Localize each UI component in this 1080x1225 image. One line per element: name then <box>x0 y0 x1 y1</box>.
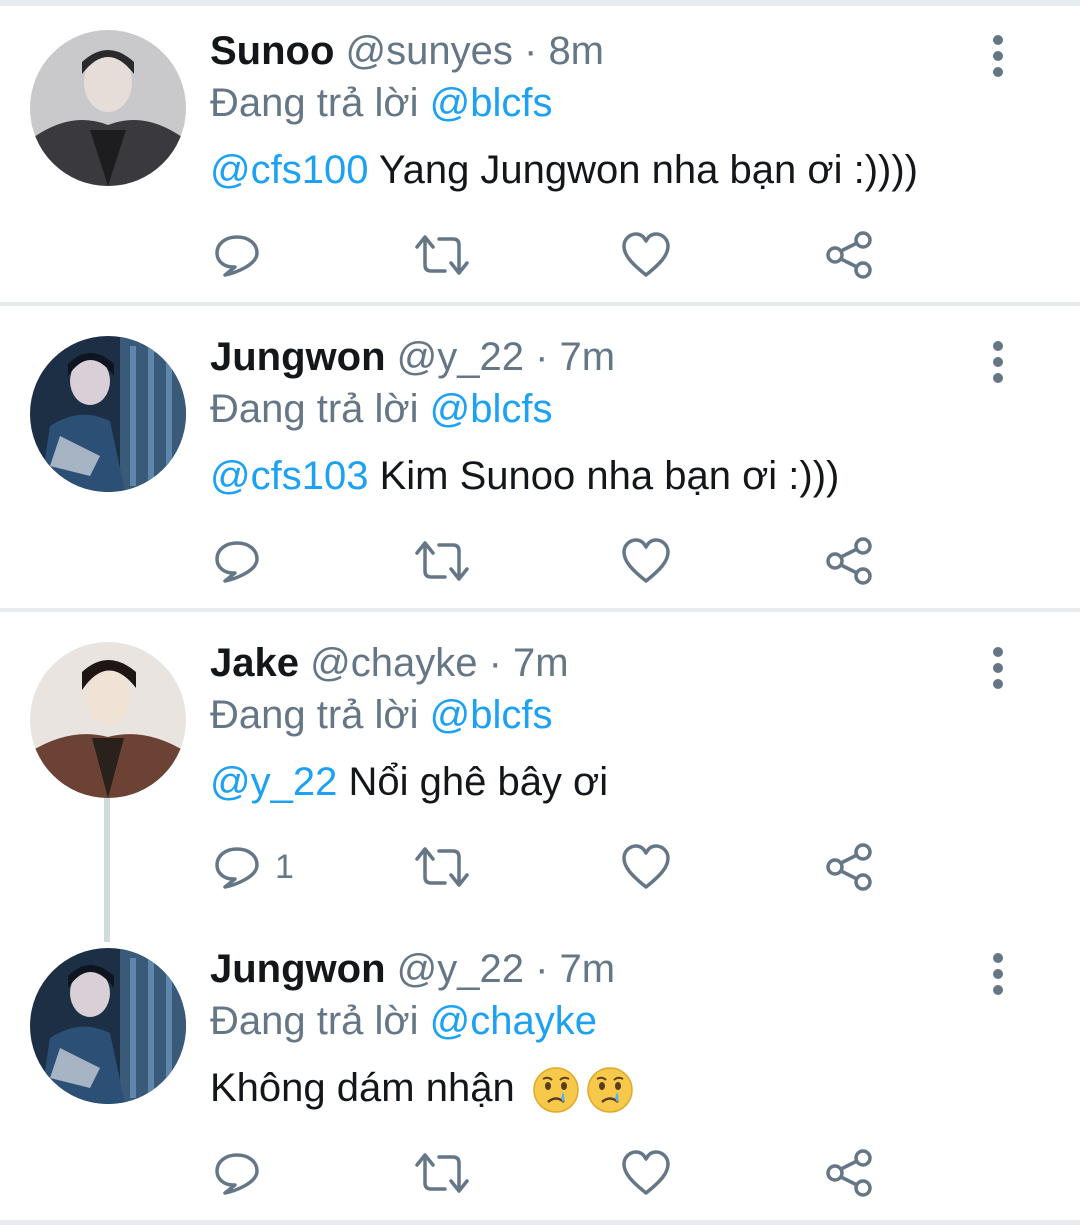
tweet-text-content: Yang Jungwon nha bạn ơi :)))) <box>368 148 918 192</box>
mention-link[interactable]: @y_22 <box>210 760 337 804</box>
like-icon <box>622 538 670 583</box>
retweet-icon <box>415 541 469 581</box>
like-button[interactable] <box>621 534 671 588</box>
tweet-text: @y_22 Nổi ghê bây ơi <box>210 757 608 807</box>
separator: · <box>512 29 549 73</box>
replying-label: Đang trả lời <box>210 387 430 431</box>
tweet-text-content: Nổi ghê bây ơi <box>337 760 609 804</box>
like-button[interactable] <box>621 1146 671 1200</box>
more-options-icon[interactable] <box>986 340 1010 384</box>
display-name[interactable]: Jake <box>210 641 299 685</box>
avatar[interactable] <box>30 30 186 186</box>
replying-to-link[interactable]: @blcfs <box>430 387 553 431</box>
username[interactable]: @chayke <box>310 641 477 685</box>
reply-button[interactable] <box>213 228 261 282</box>
retweet-button[interactable] <box>413 228 471 282</box>
timestamp[interactable]: 8m <box>548 29 604 73</box>
timestamp[interactable]: 7m <box>560 947 616 991</box>
retweet-button[interactable] <box>413 534 471 588</box>
share-icon <box>826 1149 872 1197</box>
replying-to: Đang trả lời @blcfs <box>210 78 553 128</box>
tweet-divider <box>0 1220 1080 1225</box>
reply-icon <box>215 235 259 277</box>
tweet-text-content: Không dám nhận <box>210 1066 515 1110</box>
tweet-text: Không dám nhận <box>210 1063 634 1114</box>
replying-to-link[interactable]: @chayke <box>430 999 597 1043</box>
separator: · <box>524 335 560 379</box>
like-icon <box>622 1150 670 1195</box>
display-name[interactable]: Jungwon <box>210 335 386 379</box>
like-button[interactable] <box>621 228 671 282</box>
share-button[interactable] <box>825 1146 875 1200</box>
display-name[interactable]: Jungwon <box>210 947 386 991</box>
tweet-text-content: Kim Sunoo nha bạn ơi :))) <box>368 454 840 498</box>
replying-label: Đang trả lời <box>210 999 430 1043</box>
tweet-header: Jungwon @y_22 · 7m <box>210 332 615 382</box>
share-icon <box>826 537 872 585</box>
like-icon <box>622 844 670 889</box>
username[interactable]: @sunyes <box>346 29 513 73</box>
top-divider <box>0 0 1080 6</box>
like-icon <box>622 232 670 277</box>
replying-to: Đang trả lời @blcfs <box>210 384 553 434</box>
tweet-divider <box>0 302 1080 306</box>
reply-icon <box>215 847 259 889</box>
share-button[interactable] <box>825 534 875 588</box>
thread-line <box>104 792 110 942</box>
tweet-divider <box>0 608 1080 612</box>
share-button[interactable] <box>825 840 875 894</box>
reply-button[interactable]: 1 <box>213 840 294 894</box>
avatar[interactable] <box>30 642 186 798</box>
tweet-text: @cfs100 Yang Jungwon nha bạn ơi :)))) <box>210 145 918 195</box>
username[interactable]: @y_22 <box>397 947 524 991</box>
replying-to: Đang trả lời @blcfs <box>210 690 553 740</box>
tweet-header: Jungwon @y_22 · 7m <box>210 944 615 994</box>
like-button[interactable] <box>621 840 671 894</box>
replying-to: Đang trả lời @chayke <box>210 996 597 1046</box>
display-name[interactable]: Sunoo <box>210 29 334 73</box>
reply-button[interactable] <box>213 1146 261 1200</box>
tweet-header: Sunoo @sunyes · 8m <box>210 26 604 76</box>
replying-label: Đang trả lời <box>210 693 430 737</box>
more-options-icon[interactable] <box>986 34 1010 78</box>
tweet-header: Jake @chayke · 7m <box>210 638 569 688</box>
reply-icon <box>215 541 259 583</box>
avatar[interactable] <box>30 336 186 492</box>
reply-count: 1 <box>275 847 294 886</box>
crying-face-emoji <box>587 1067 633 1114</box>
mention-link[interactable]: @cfs103 <box>210 454 368 498</box>
more-options-icon[interactable] <box>986 952 1010 996</box>
mention-link[interactable]: @cfs100 <box>210 148 368 192</box>
replying-label: Đang trả lời <box>210 81 430 125</box>
reply-icon <box>215 1153 259 1195</box>
reply-button[interactable] <box>213 534 261 588</box>
replying-to-link[interactable]: @blcfs <box>430 693 553 737</box>
separator: · <box>477 641 513 685</box>
share-button[interactable] <box>825 228 875 282</box>
avatar[interactable] <box>30 948 186 1104</box>
tweet-text: @cfs103 Kim Sunoo nha bạn ơi :))) <box>210 451 839 501</box>
username[interactable]: @y_22 <box>397 335 524 379</box>
retweet-button[interactable] <box>413 1146 471 1200</box>
share-icon <box>826 231 872 279</box>
crying-face-emoji <box>533 1067 579 1114</box>
retweet-icon <box>415 235 469 275</box>
timestamp[interactable]: 7m <box>513 641 569 685</box>
share-icon <box>826 843 872 891</box>
replying-to-link[interactable]: @blcfs <box>430 81 553 125</box>
more-options-icon[interactable] <box>986 646 1010 690</box>
retweet-icon <box>415 1153 469 1193</box>
retweet-button[interactable] <box>413 840 471 894</box>
retweet-icon <box>415 847 469 887</box>
separator: · <box>524 947 560 991</box>
timestamp[interactable]: 7m <box>560 335 616 379</box>
